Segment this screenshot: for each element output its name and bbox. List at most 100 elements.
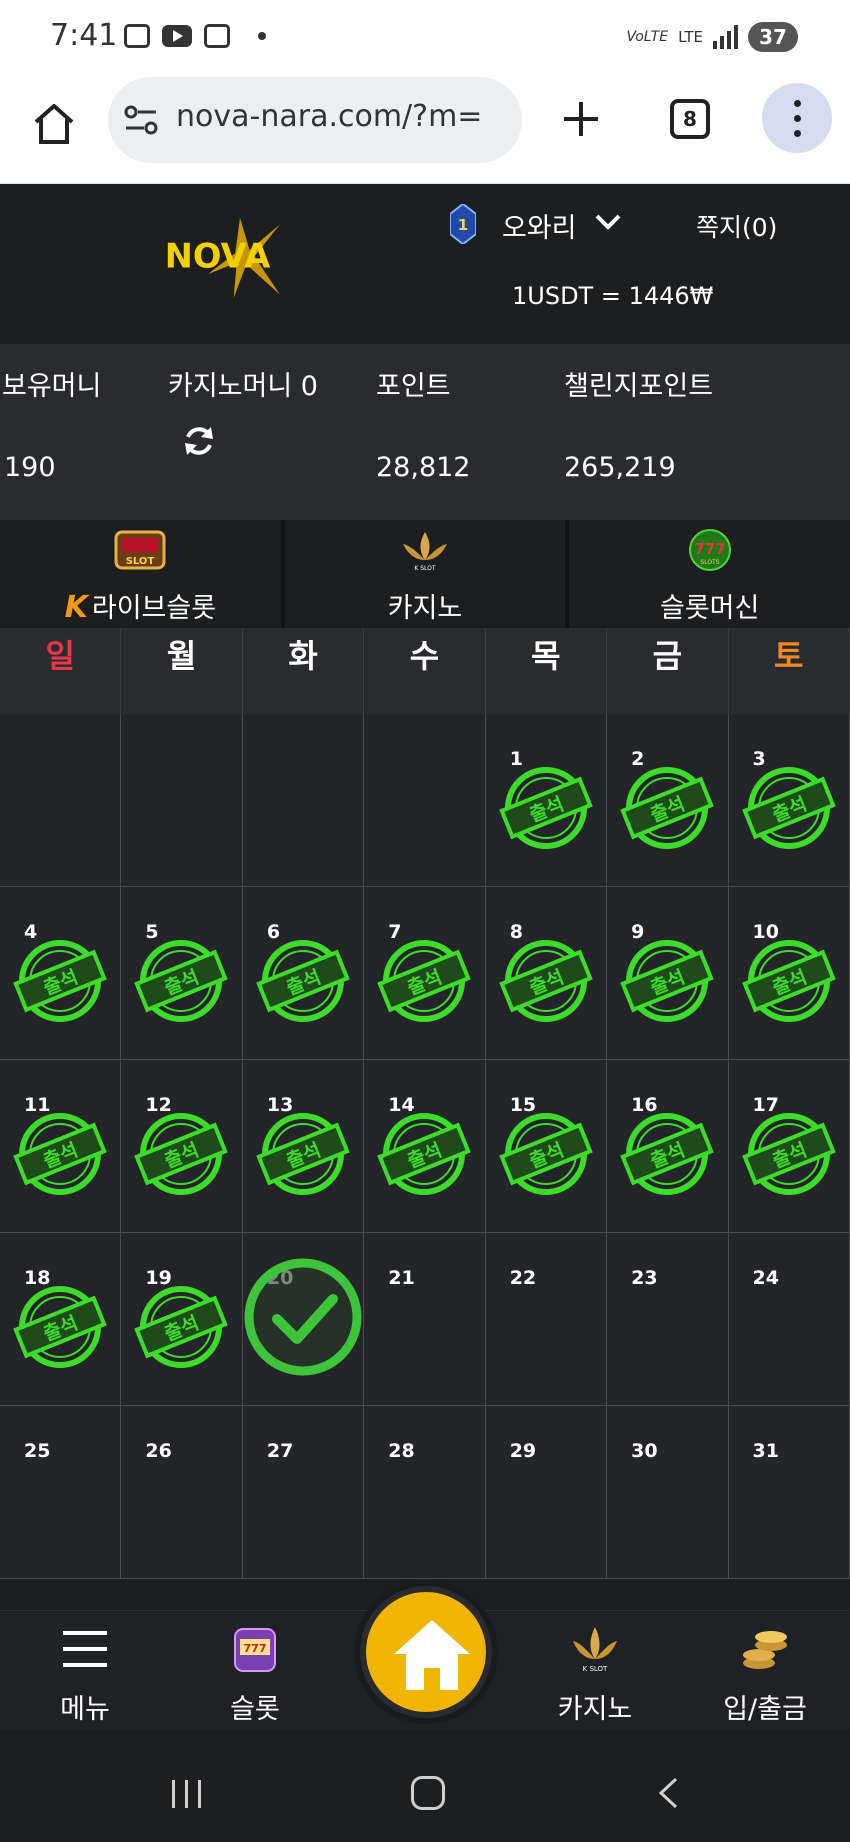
attendance-stamp-icon: 출석: [741, 940, 836, 1022]
messages-link[interactable]: 쪽지(0): [696, 208, 777, 244]
nav-slot[interactable]: 777 슬롯: [185, 1623, 325, 1726]
challenge-point-value: 265,219: [564, 452, 676, 483]
home-icon: [394, 1620, 470, 1690]
calendar-day-cell[interactable]: 10 출석: [728, 887, 850, 1060]
attendance-stamp-icon: 출석: [620, 767, 714, 849]
calendar-day-cell[interactable]: 11 출석: [0, 1060, 122, 1233]
calendar-day-cell[interactable]: [0, 714, 122, 887]
chevron-down-icon[interactable]: [594, 212, 622, 232]
attendance-stamp-icon: 출석: [741, 767, 836, 849]
calendar-day-cell[interactable]: 6 출석: [242, 887, 365, 1060]
attendance-stamp-icon: 출석: [13, 1286, 107, 1368]
casino-money-label: 카지노머니 0: [168, 371, 318, 402]
url-text[interactable]: nova-nara.com/?m=: [176, 99, 516, 134]
attendance-stamp-icon: 출석: [134, 940, 229, 1022]
calendar-day-cell[interactable]: 16 출석: [607, 1060, 729, 1233]
calendar-day-cell[interactable]: 3 출석: [728, 714, 850, 887]
browser-toolbar: nova-nara.com/?m= 8: [0, 76, 850, 184]
calendar-day-cell[interactable]: 23: [607, 1233, 729, 1406]
day-number: 25: [24, 1440, 51, 1462]
calendar-day-cell[interactable]: 19 출석: [121, 1233, 243, 1406]
refresh-icon[interactable]: [182, 424, 216, 458]
calendar-day-cell[interactable]: 8 출석: [485, 887, 608, 1060]
calendar-day-cell[interactable]: 27: [242, 1406, 365, 1579]
attendance-stamp-icon: 출석: [134, 1286, 229, 1368]
calendar-day-cell[interactable]: 22: [485, 1233, 608, 1406]
site-settings-icon[interactable]: [124, 105, 158, 135]
category-tabs: SLOT K 라이브슬롯 K SLOT 카지노 777 SLOTS 슬롯머신: [0, 520, 850, 628]
svg-text:K SLOT: K SLOT: [583, 1665, 608, 1673]
attendance-stamp-icon: 출석: [620, 940, 714, 1022]
day-number: 22: [509, 1267, 537, 1289]
url-bar[interactable]: nova-nara.com/?m=: [108, 77, 522, 163]
back-icon[interactable]: [654, 1776, 684, 1810]
exchange-rate: 1USDT = 1446₩: [512, 282, 714, 310]
browser-home-icon[interactable]: [30, 100, 78, 148]
calendar-day-cell[interactable]: [242, 714, 365, 887]
tab-live-slot-label: 라이브슬롯: [91, 593, 217, 624]
home-button[interactable]: [360, 1586, 492, 1718]
k-slot-lotus-icon: K SLOT: [403, 532, 447, 572]
calendar-day-cell[interactable]: 26: [121, 1406, 243, 1579]
calendar-day-cell[interactable]: 15 출석: [485, 1060, 608, 1233]
attendance-stamp-icon: 출석: [498, 767, 593, 849]
calendar-day-cell[interactable]: 13 출석: [242, 1060, 365, 1233]
weekday-5: 금: [607, 628, 729, 714]
calendar-day-cell[interactable]: 24: [728, 1233, 850, 1406]
svg-text:777: 777: [694, 540, 725, 558]
calendar-day-cell[interactable]: 14 출석: [364, 1060, 486, 1233]
attendance-stamp-icon: 출석: [13, 1113, 107, 1195]
calendar-day-cell[interactable]: [364, 714, 486, 887]
weekday-3: 수: [364, 628, 486, 714]
calendar-day-cell[interactable]: 4 출석: [0, 887, 122, 1060]
slot-machine-icon: 777: [234, 1628, 276, 1672]
new-tab-icon[interactable]: [558, 96, 604, 142]
calendar-day-cell[interactable]: 21: [364, 1233, 486, 1406]
calendar-day-cell[interactable]: 1 출석: [485, 714, 608, 887]
nav-casino[interactable]: K SLOT 카지노: [525, 1623, 665, 1726]
casino-lotus-icon: K SLOT: [573, 1627, 617, 1673]
calendar-day-cell[interactable]: 30: [607, 1406, 729, 1579]
system-home-icon[interactable]: [411, 1776, 445, 1810]
calendar-day-cell[interactable]: 9 출석: [607, 887, 729, 1060]
username[interactable]: 오와리: [502, 206, 577, 245]
site-header: NOVA 1 오와리 쪽지(0) 1USDT = 1446₩: [0, 184, 850, 344]
nav-menu[interactable]: 메뉴: [15, 1623, 155, 1726]
tab-live-slot[interactable]: SLOT K 라이브슬롯: [0, 520, 281, 628]
point-value: 28,812: [376, 452, 471, 483]
nav-deposit-withdraw[interactable]: 입/출금: [695, 1623, 835, 1726]
calendar-day-cell[interactable]: 31: [728, 1406, 850, 1579]
day-number: 28: [388, 1440, 415, 1462]
attendance-calendar: 일월화수목금토 1 출석 2 출석 3 출석 4 출석 5 출석 6 출석 7 출석 8 출석 9 출석 10 출석 1…: [0, 628, 850, 1579]
calendar-day-cell[interactable]: 5 출석: [121, 887, 243, 1060]
nav-slot-label: 슬롯: [230, 1694, 280, 1725]
svg-text:SLOTS: SLOTS: [700, 559, 719, 566]
tab-switcher-button[interactable]: 8: [670, 99, 710, 139]
calendar-day-cell[interactable]: 2 출석: [607, 714, 729, 887]
holding-money-label: 보유머니: [2, 371, 102, 402]
recent-apps-icon[interactable]: [172, 1780, 201, 1808]
nova-logo[interactable]: NOVA: [142, 218, 322, 298]
tab-slot-machine-label: 슬롯머신: [659, 593, 760, 624]
calendar-day-cell[interactable]: 29: [485, 1406, 608, 1579]
calendar-day-cell[interactable]: 20: [242, 1233, 365, 1406]
calendar-day-cell[interactable]: 18 출석: [0, 1233, 122, 1406]
calendar-day-cell[interactable]: 7 출석: [364, 887, 486, 1060]
tab-slot-machine[interactable]: 777 SLOTS 슬롯머신: [569, 520, 850, 628]
calendar-day-cell[interactable]: 17 출석: [728, 1060, 850, 1233]
status-right: VoLTE LTE 37: [626, 22, 798, 52]
tab-casino[interactable]: K SLOT 카지노: [284, 520, 566, 628]
calendar-day-cell[interactable]: 25: [0, 1406, 122, 1579]
nav-deposit-withdraw-label: 입/출금: [723, 1694, 807, 1725]
day-number: 26: [145, 1440, 172, 1462]
day-number: 24: [752, 1267, 779, 1289]
calendar-day-cell[interactable]: 12 출석: [121, 1060, 243, 1233]
calendar-day-cell[interactable]: 28: [364, 1406, 486, 1579]
attendance-stamp-icon: 출석: [377, 1113, 472, 1195]
calendar-day-cell[interactable]: [121, 714, 243, 887]
browser-menu-icon[interactable]: [762, 83, 832, 153]
system-navigation-bar: [0, 1730, 850, 1842]
level-badge-icon: 1: [450, 204, 476, 244]
calendar-weekday-header: 일월화수목금토: [0, 628, 850, 714]
weekday-0: 일: [0, 628, 122, 714]
